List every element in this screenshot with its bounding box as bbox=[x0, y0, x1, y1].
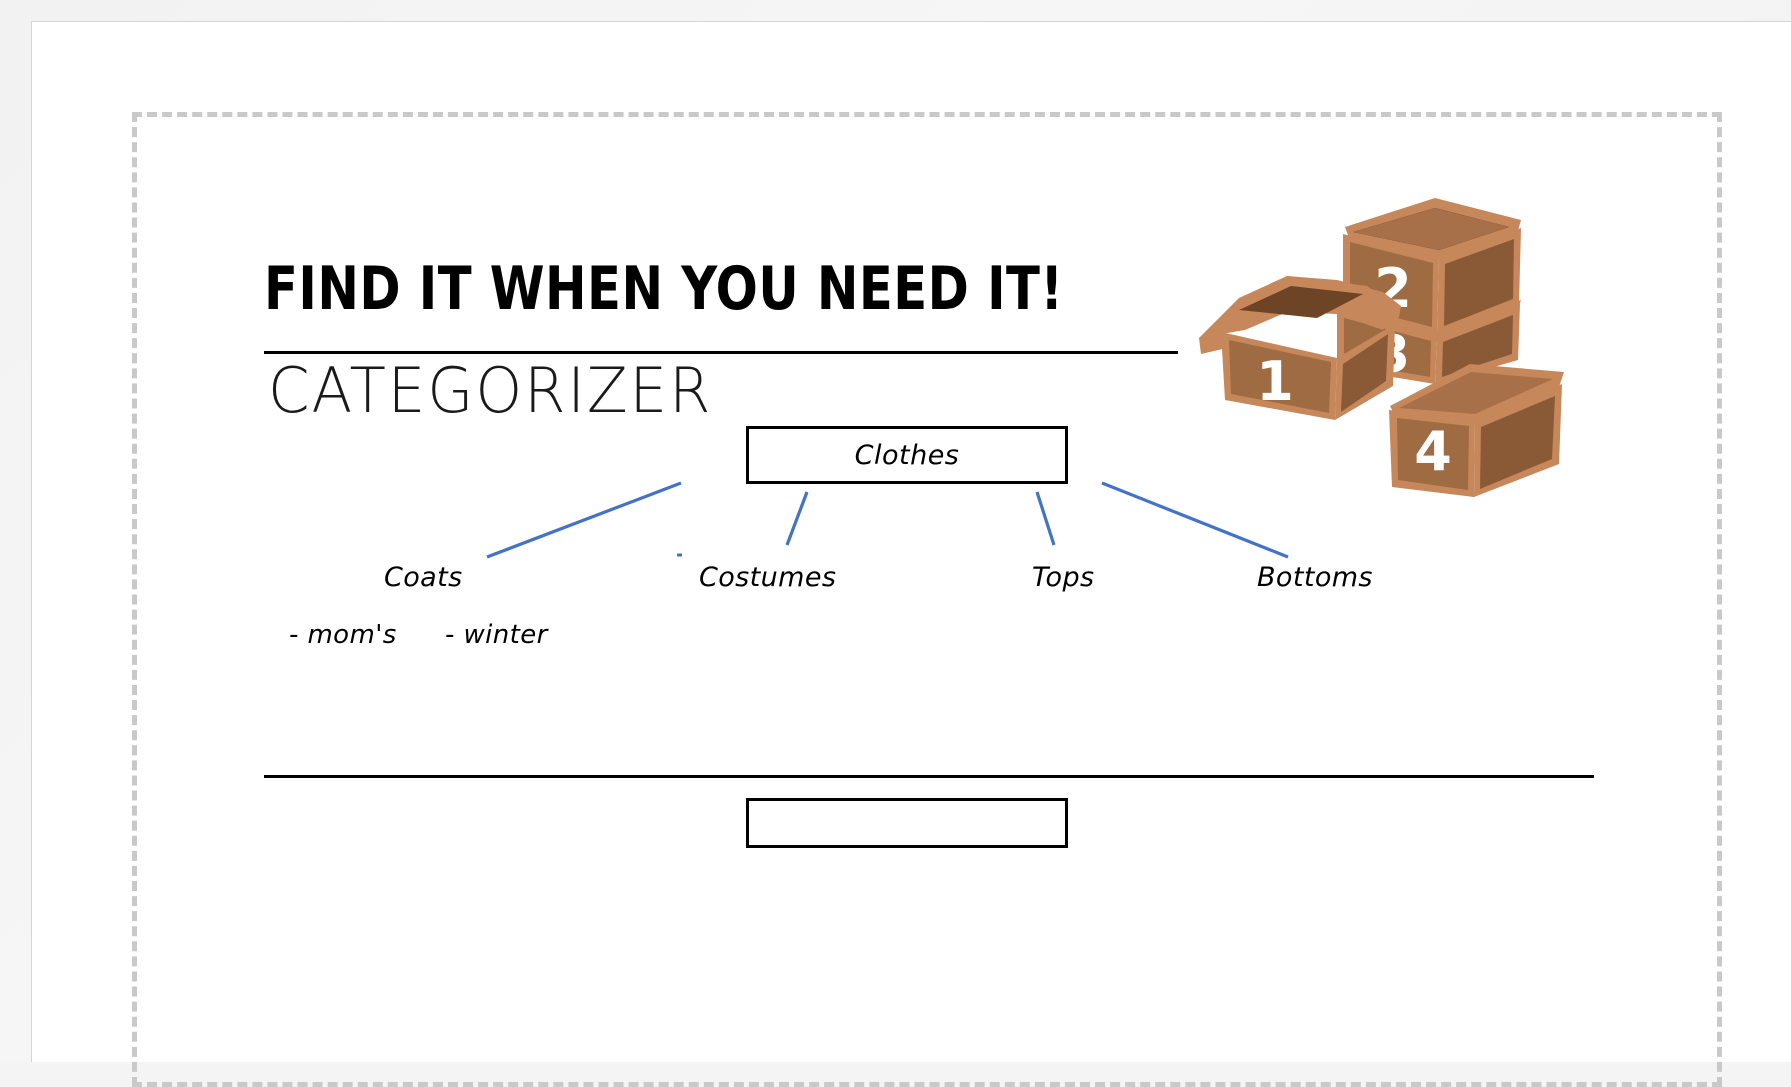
sub-item-moms[interactable]: - mom's bbox=[289, 620, 397, 650]
node-bottoms[interactable]: Bottoms bbox=[1257, 562, 1373, 593]
connector-line-costumes bbox=[785, 491, 809, 546]
page-subtitle: CATEGORIZER bbox=[268, 354, 713, 427]
slide-canvas: FIND IT WHEN YOU NEED IT! CATEGORIZER Cl… bbox=[0, 0, 1791, 1087]
section-divider bbox=[264, 775, 1594, 778]
node-costumes[interactable]: Costumes bbox=[699, 562, 836, 593]
cardboard-boxes-illustration: 2 3 bbox=[1199, 198, 1564, 497]
node-clothes-label: Clothes bbox=[854, 439, 960, 471]
title-block[interactable]: FIND IT WHEN YOU NEED IT! CATEGORIZER bbox=[264, 254, 1194, 424]
box-1-number: 1 bbox=[1256, 350, 1294, 413]
node-tops[interactable]: Tops bbox=[1032, 562, 1094, 593]
slide-surface[interactable]: FIND IT WHEN YOU NEED IT! CATEGORIZER Cl… bbox=[31, 21, 1791, 1087]
sub-item-winter[interactable]: - winter bbox=[445, 620, 548, 650]
node-coats[interactable]: Coats bbox=[384, 562, 463, 593]
box-4-number: 4 bbox=[1414, 420, 1452, 483]
connector-line-tops bbox=[1035, 491, 1056, 546]
box-4: 4 bbox=[1389, 364, 1564, 497]
node-clothes[interactable]: Clothes bbox=[746, 426, 1068, 484]
node-empty[interactable] bbox=[746, 798, 1068, 848]
connector-line-coats-main bbox=[486, 481, 682, 559]
page-title: FIND IT WHEN YOU NEED IT! bbox=[264, 254, 1064, 324]
box-1: 1 bbox=[1199, 276, 1401, 420]
